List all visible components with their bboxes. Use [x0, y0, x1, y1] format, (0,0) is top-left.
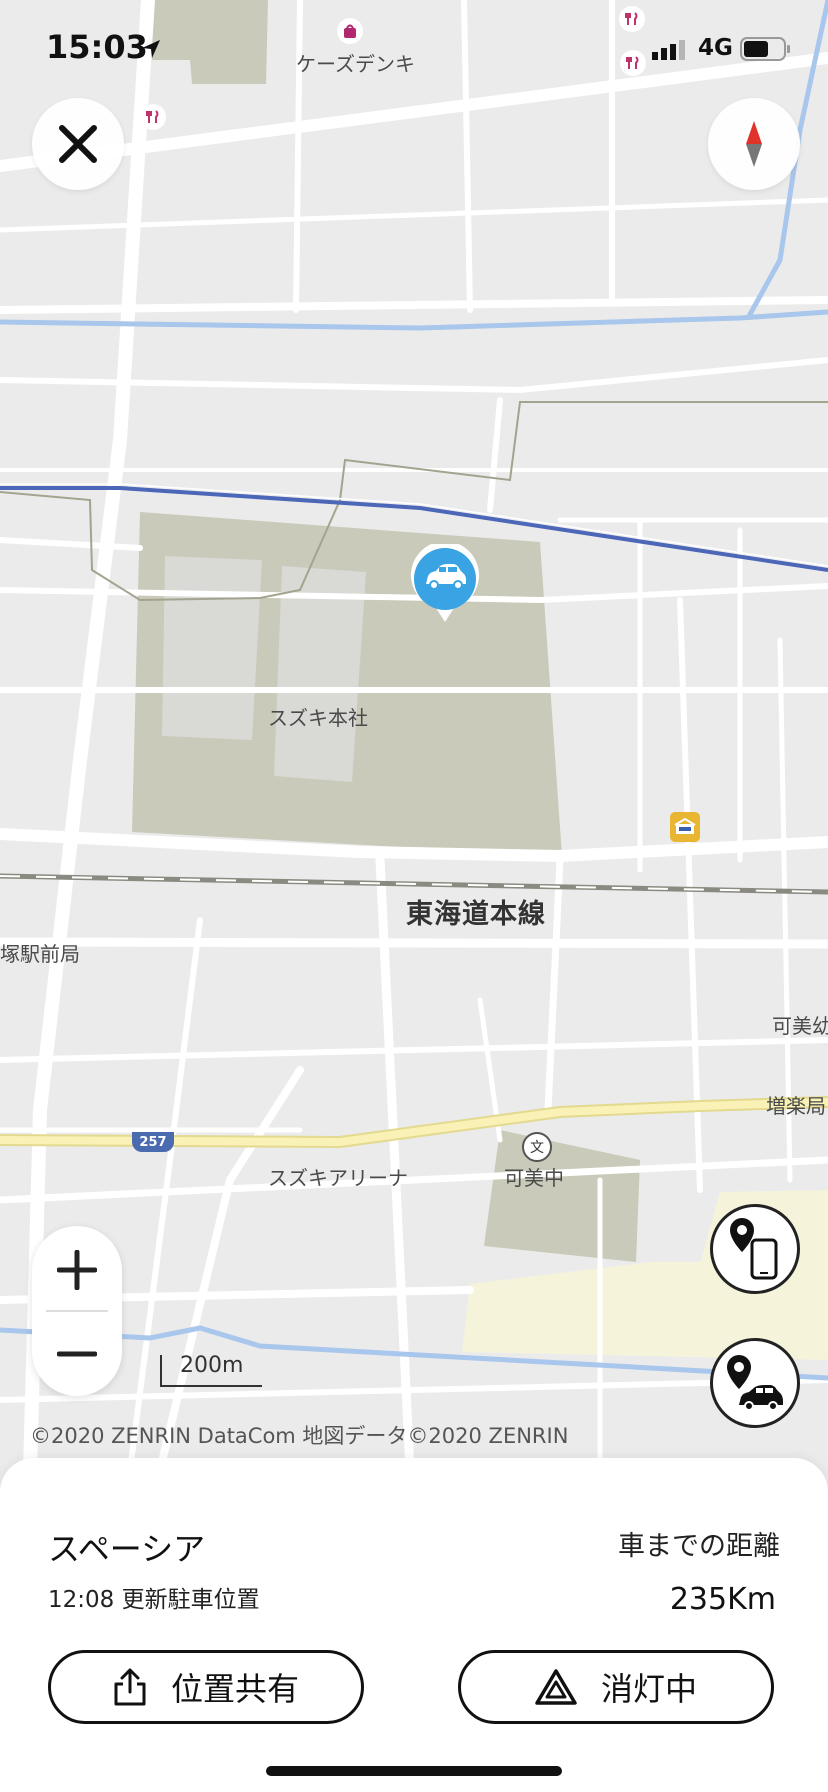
- parking-updated-time: 12:08 更新駐車位置: [48, 1587, 260, 1613]
- map-label-station-post: 塚駅前局: [0, 942, 80, 966]
- close-button[interactable]: [32, 98, 124, 190]
- map-label-suzuki-arena: スズキアリーナ: [268, 1166, 408, 1190]
- home-indicator[interactable]: [266, 1766, 562, 1776]
- car-name: スペーシア: [48, 1530, 206, 1568]
- map-scale: 200m: [160, 1353, 262, 1387]
- battery-icon: [740, 37, 790, 61]
- location-arrow-icon: [142, 40, 160, 58]
- distance-label: 車までの距離: [618, 1531, 780, 1562]
- car-position-marker[interactable]: [410, 541, 480, 624]
- post-office-icon[interactable]: [670, 812, 700, 842]
- locate-phone-button[interactable]: [710, 1204, 800, 1294]
- status-time: 15:03: [46, 28, 148, 66]
- zoom-in-button[interactable]: [32, 1230, 122, 1310]
- map-label-masuraku-post: 増楽局: [766, 1094, 826, 1118]
- zoom-control: [32, 1226, 122, 1396]
- distance-value: 235Km: [669, 1582, 776, 1617]
- minus-icon: [57, 1351, 97, 1357]
- map-label-suzuki-hq: スズキ本社: [268, 706, 368, 730]
- close-icon: [59, 125, 97, 163]
- map-copyright: ©2020 ZENRIN DataCom 地図データ©2020 ZENRIN: [30, 1424, 569, 1448]
- zoom-divider: [46, 1310, 108, 1312]
- map-label-tokaido-line: 東海道本線: [406, 899, 546, 930]
- compass-button[interactable]: [708, 98, 800, 190]
- share-icon: [114, 1668, 146, 1706]
- share-location-label: 位置共有: [170, 1670, 299, 1708]
- hazard-lights-button[interactable]: 消灯中: [458, 1650, 774, 1724]
- map-label-kamiyo: 可美幼: [772, 1014, 828, 1038]
- map-label-kami-junior-high: 可美中: [504, 1166, 564, 1190]
- network-type: 4G: [698, 35, 733, 61]
- hazard-lights-label: 消灯中: [600, 1670, 697, 1708]
- map-base: [0, 0, 828, 1470]
- route-257-shield: 257: [132, 1132, 174, 1152]
- school-icon: 文: [522, 1132, 552, 1162]
- compass-icon: [746, 121, 762, 167]
- share-location-button[interactable]: 位置共有: [48, 1650, 364, 1724]
- hazard-icon: [535, 1669, 577, 1705]
- locate-car-button[interactable]: [710, 1338, 800, 1428]
- vehicle-info-sheet: スペーシア 12:08 更新駐車位置 車までの距離 235Km 位置共有 消灯中: [0, 1458, 828, 1792]
- signal-icon: [652, 40, 685, 60]
- zoom-out-button[interactable]: [32, 1314, 122, 1394]
- plus-icon: [57, 1250, 97, 1290]
- map-scale-label: 200m: [180, 1353, 244, 1378]
- status-bar: 15:03 4G: [0, 0, 828, 100]
- map-view[interactable]: ケーズデンキ スズキ本社 東海道本線 塚駅前局 可美幼 増楽局 スズキアリーナ …: [0, 0, 828, 1470]
- phone-location-icon: [730, 1218, 778, 1280]
- restaurant-icon[interactable]: [140, 104, 166, 130]
- car-location-icon: [727, 1355, 783, 1411]
